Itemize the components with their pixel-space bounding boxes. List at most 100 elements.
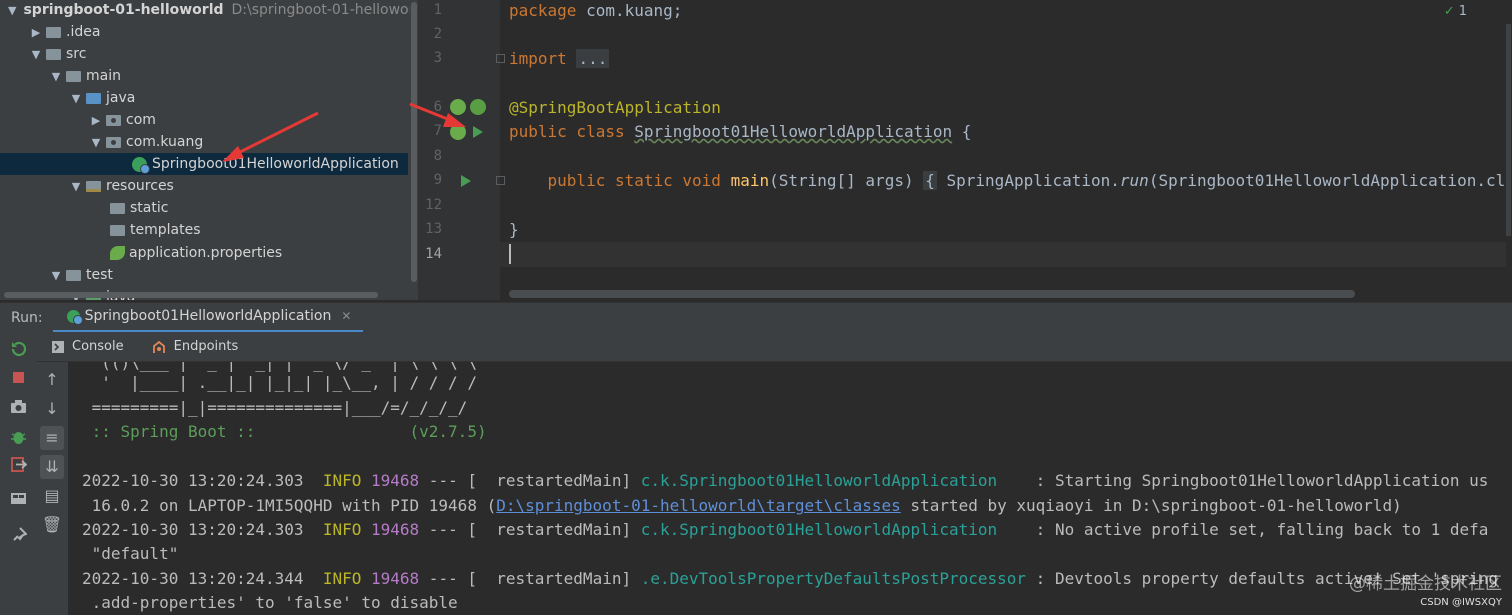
fold-icon[interactable] xyxy=(496,54,505,63)
log-level: INFO xyxy=(322,520,362,539)
tree-item-application-properties[interactable]: application.properties xyxy=(0,242,408,264)
arrow-up-icon[interactable]: ↑ xyxy=(40,368,64,392)
tree-item-java[interactable]: ▼ java xyxy=(0,87,408,109)
line-number: 14 xyxy=(425,246,442,262)
tree-item-project-root[interactable]: ▼ springboot-01-helloworld D:\springboot… xyxy=(0,0,418,21)
fold-icon[interactable] xyxy=(496,176,505,185)
debug-bug-icon[interactable] xyxy=(10,428,27,445)
class-name: Springboot01HelloworldApplication xyxy=(634,122,953,141)
editor-gutter: 1 2 3 6 7 8 9 12 13 14 xyxy=(418,0,505,300)
banner-line: ' |____| .__|_| |_|_| |_\__, | / / / / xyxy=(82,373,477,392)
tree-item-label: resources xyxy=(106,178,174,194)
current-line-highlight xyxy=(500,242,1512,267)
log-logger: c.k.Springboot01HelloworldApplication xyxy=(640,471,1027,490)
spring-bean-icon[interactable] xyxy=(450,99,466,115)
tree-item-resources[interactable]: ▼ resources xyxy=(0,175,408,197)
chevron-down-icon[interactable]: ▼ xyxy=(88,136,104,149)
tree-item-application-class[interactable]: Springboot01HelloworldApplication xyxy=(0,153,408,175)
vertical-scrollbar[interactable] xyxy=(1506,0,1512,300)
spring-bean-icon[interactable] xyxy=(450,124,466,140)
chevron-right-icon[interactable]: ▶ xyxy=(88,114,104,127)
chevron-right-icon[interactable]: ▶ xyxy=(28,26,44,39)
annotation: @SpringBootApplication xyxy=(509,98,721,117)
code-line-1[interactable]: package com.kuang; xyxy=(509,1,682,20)
spring-properties-icon xyxy=(110,246,125,260)
chevron-down-icon[interactable]: ▼ xyxy=(48,70,64,83)
log-logger: .e.DevToolsPropertyDefaultsPostProcessor xyxy=(640,569,1027,588)
tree-item-test[interactable]: ▼ test xyxy=(0,264,408,286)
code-line-13[interactable]: } xyxy=(509,220,519,239)
pin-icon[interactable] xyxy=(10,527,27,544)
rerun-icon[interactable] xyxy=(10,340,27,357)
tab-console[interactable]: Console xyxy=(36,332,136,362)
log-level: INFO xyxy=(322,471,362,490)
path-link[interactable]: D:\springboot-01-helloworld\target\class… xyxy=(496,496,901,515)
log-message: started by xuqiaoyi in D:\springboot-01-… xyxy=(900,496,1402,515)
method-call: run xyxy=(1119,171,1149,190)
tree-item-label: com.kuang xyxy=(126,134,204,150)
run-configuration-tab[interactable]: Springboot01HelloworldApplication ✕ xyxy=(52,302,364,333)
code-text: (Springboot01HelloworldApplication.cl xyxy=(1148,171,1506,190)
print-icon[interactable]: ▤ xyxy=(40,484,64,508)
chevron-down-icon[interactable]: ▼ xyxy=(8,4,16,17)
run-subtabs: Console Endpoints xyxy=(36,332,1512,362)
log-pid: 19468 xyxy=(371,520,420,539)
soft-wrap-icon[interactable]: ≡ xyxy=(40,426,64,450)
tree-item-templates[interactable]: templates xyxy=(0,219,408,241)
run-gutter-icon[interactable] xyxy=(473,126,483,138)
console-output[interactable]: (()\___ | '_ | '_| | '_ \/ _` | \ \ \ \ … xyxy=(68,362,1512,615)
chevron-down-icon[interactable]: ▼ xyxy=(68,92,84,105)
tree-item-static[interactable]: static xyxy=(0,197,408,219)
log-timestamp: 2022-10-30 13:20:24.303 xyxy=(82,520,304,539)
folded-imports[interactable]: ... xyxy=(576,49,610,68)
run-gutter-icon[interactable] xyxy=(461,175,471,187)
log-message: : No active profile set, falling back to… xyxy=(1026,520,1489,539)
folded-block[interactable]: { xyxy=(923,171,937,190)
folder-icon xyxy=(110,224,125,236)
code-line-9[interactable]: public static void main(String[] args) {… xyxy=(509,171,1505,190)
inspection-widget[interactable]: ✓ 1 xyxy=(1444,4,1467,19)
arrow-down-icon[interactable]: ↓ xyxy=(40,397,64,421)
source-folder-icon xyxy=(86,92,101,104)
tree-item-label: templates xyxy=(130,222,201,238)
banner-line: :: Spring Boot :: (v2.7.5) xyxy=(82,422,487,441)
layout-icon[interactable] xyxy=(10,490,27,507)
tree-item-label: src xyxy=(66,46,87,62)
tree-item-src[interactable]: ▼ src xyxy=(0,43,408,65)
tree-item-idea[interactable]: ▶ .idea xyxy=(0,21,408,43)
code-line-3[interactable]: import ... xyxy=(509,49,610,68)
scroll-to-end-icon[interactable]: ⇊ xyxy=(40,455,64,479)
camera-icon[interactable] xyxy=(10,398,27,415)
log-line: 2022-10-30 13:20:24.303 INFO 19468 --- [… xyxy=(82,520,1488,539)
vertical-scrollbar[interactable] xyxy=(410,0,418,300)
close-icon[interactable]: ✕ xyxy=(341,309,351,323)
stop-icon[interactable] xyxy=(10,369,27,386)
run-tab-label: Springboot01HelloworldApplication xyxy=(84,308,332,324)
chevron-down-icon[interactable]: ▼ xyxy=(48,269,64,282)
console-toolbar: ↑ ↓ ≡ ⇊ ▤ 🗑 xyxy=(36,362,68,615)
code-line-7[interactable]: public class Springboot01HelloworldAppli… xyxy=(509,122,971,141)
folder-icon xyxy=(46,48,61,60)
folder-icon xyxy=(46,26,61,38)
tree-item-label: Springboot01HelloworldApplication xyxy=(152,156,399,172)
tab-endpoints[interactable]: Endpoints xyxy=(136,332,251,362)
tree-item-label: .idea xyxy=(66,24,101,40)
package-icon xyxy=(106,136,121,148)
log-message: : Starting Springboot01HelloworldApplica… xyxy=(1026,471,1489,490)
tree-item-com[interactable]: ▶ com xyxy=(0,109,408,131)
chevron-down-icon[interactable]: ▼ xyxy=(68,180,84,193)
code-line-6[interactable]: @SpringBootApplication xyxy=(509,98,721,117)
exit-icon[interactable] xyxy=(10,456,27,473)
tree-item-com-kuang[interactable]: ▼ com.kuang xyxy=(0,131,408,153)
horizontal-scrollbar[interactable] xyxy=(509,290,1355,298)
watermark: @稀土掘金技术社区 CSDN @IWSXQY xyxy=(1349,569,1502,609)
line-number: 13 xyxy=(425,221,442,237)
chevron-down-icon[interactable]: ▼ xyxy=(28,48,44,61)
code-editor[interactable]: 1 2 3 6 7 8 9 12 13 14 package com.kuang… xyxy=(418,0,1512,300)
banner-line: (()\___ | '_ | '_| | '_ \/ _` | \ \ \ \ xyxy=(82,362,477,372)
tree-item-main[interactable]: ▼ main xyxy=(0,65,408,87)
keyword: public static void xyxy=(547,171,721,190)
horizontal-scrollbar[interactable] xyxy=(4,292,378,298)
trash-icon[interactable]: 🗑 xyxy=(40,513,64,537)
spring-boot-icon[interactable] xyxy=(470,99,486,115)
